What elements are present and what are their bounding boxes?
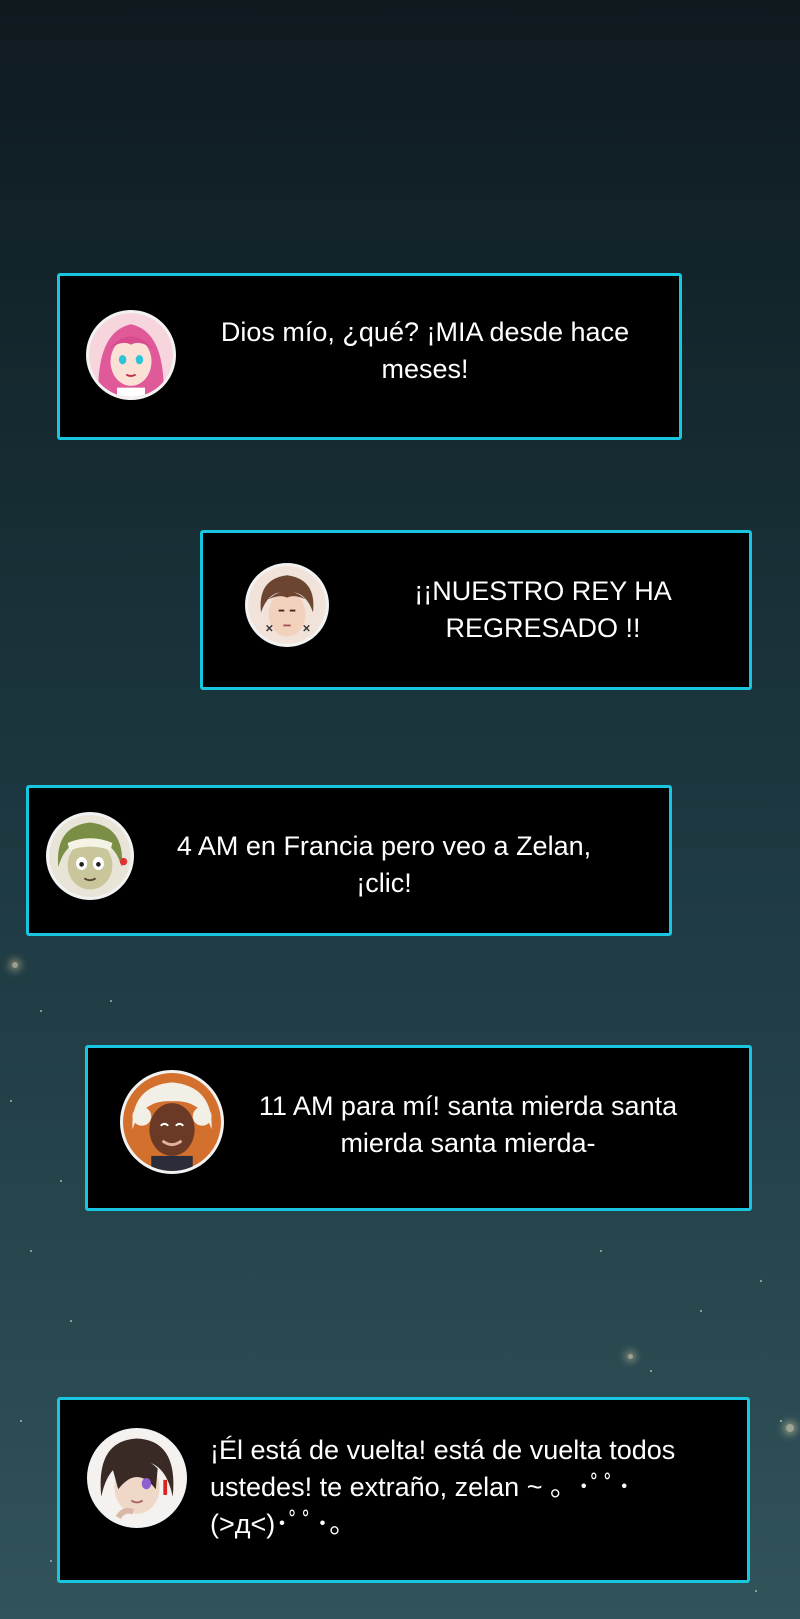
- message-bubble-2: ¡¡NUESTRO REY HA REGRESADO !!: [200, 530, 752, 690]
- message-bubble-1: Dios mío, ¿qué? ¡MIA desde hace meses!: [57, 273, 682, 440]
- message-text-5: ¡Él está de vuelta! está de vuelta todos…: [210, 1435, 676, 1539]
- white-hair-woman-avatar-icon: [120, 1070, 224, 1174]
- message-bubble-4: 11 AM para mí! santa mierda santa mierda…: [85, 1045, 752, 1211]
- pink-hair-girl-avatar-icon: [86, 310, 176, 400]
- green-hair-boy-avatar-icon: [46, 812, 134, 900]
- message-text-3: 4 AM en Francia pero veo a Zelan, ¡clic!: [176, 831, 592, 898]
- message-text-4: 11 AM para mí! santa mierda santa mierda…: [258, 1091, 678, 1158]
- message-text-1: Dios mío, ¿qué? ¡MIA desde hace meses!: [220, 317, 630, 384]
- message-bubble-3: 4 AM en Francia pero veo a Zelan, ¡clic!: [26, 785, 672, 936]
- message-bubble-5: ¡Él está de vuelta! está de vuelta todos…: [57, 1397, 750, 1583]
- dark-hair-boy-avatar-icon: [87, 1428, 187, 1528]
- message-text-2: ¡¡NUESTRO REY HA REGRESADO !!: [414, 576, 672, 643]
- brown-hair-man-avatar-icon: [245, 563, 329, 647]
